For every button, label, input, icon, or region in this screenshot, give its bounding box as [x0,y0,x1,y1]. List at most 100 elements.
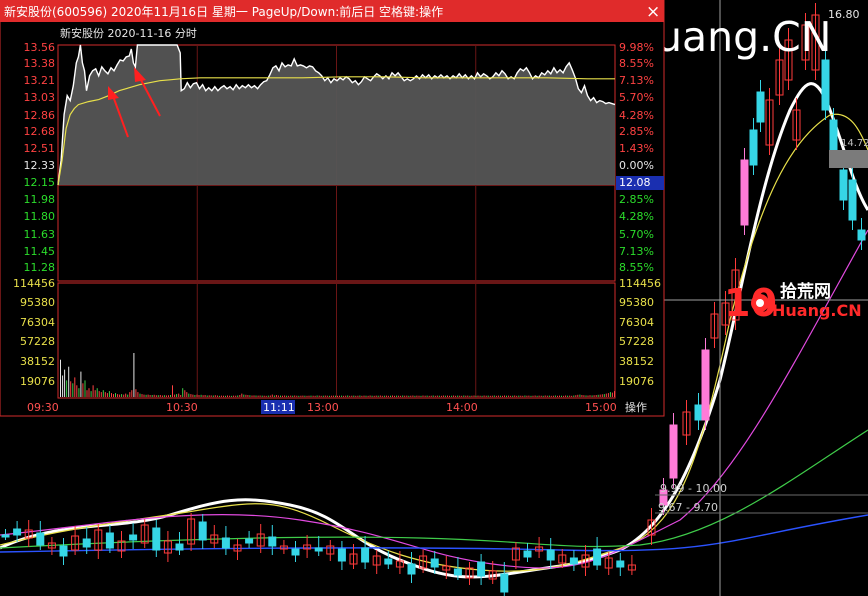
volume-bar [396,395,398,397]
volume-bar [318,395,320,397]
volume-bar [212,395,214,397]
volume-bar [449,395,450,397]
volume-bar [335,395,336,397]
candle-body [13,528,22,536]
volume-bar [345,395,347,397]
volume-bar [583,395,585,397]
candle-body [175,543,184,551]
volume-bar [392,395,393,397]
volume-bar [420,395,422,397]
candle-body [314,547,323,552]
volume-bar [544,395,546,397]
volume-bar [186,392,188,397]
candle-body [129,534,138,541]
volume-bar [438,395,440,397]
volume-bar [516,395,518,397]
candle-body [291,548,300,556]
candle-body [59,545,68,557]
volume-bar [463,395,465,397]
volume-bar [520,395,522,397]
volume-bar [506,395,507,397]
volume-bar [225,395,226,397]
volume-bar [247,395,249,397]
volume-bar [316,395,318,397]
volume-tick-label-right: 19076 [619,375,654,388]
volume-bar [587,395,589,397]
volume-bar [149,395,151,397]
volume-bar [314,395,316,397]
volume-bar [459,395,461,397]
volume-tick-label-left: 19076 [20,375,55,388]
volume-bar [510,395,512,397]
volume-bar [251,395,253,397]
price-tick-label: 12.15 [24,176,56,189]
volume-bar [117,394,119,397]
time-label-1500: 15:00 [585,401,617,414]
percent-tick-label: 5.70% [619,91,654,104]
volume-bar [129,392,131,397]
volume-bar [94,390,96,397]
percent-tick-label: 1.43% [619,142,654,155]
volume-bar [577,394,579,397]
volume-bar [196,394,198,397]
volume-bar [475,395,477,397]
candle-body [523,550,532,558]
volume-bar [611,392,613,397]
volume-bar [402,395,404,397]
volume-bar [398,395,400,397]
volume-bar [243,394,245,397]
time-label-1300: 13:00 [307,401,339,414]
volume-bar [434,395,436,397]
volume-bar [286,395,288,397]
volume-bar [131,390,133,397]
volume-bar [532,395,534,397]
time-label-0930: 09:30 [27,401,59,414]
volume-bar [239,395,241,397]
volume-bar [273,395,275,397]
volume-bar [82,383,84,397]
volume-bar [522,395,524,397]
volume-bar [265,395,267,397]
price-tick-label: 12.51 [24,142,56,155]
volume-bar [320,395,322,397]
volume-bar [571,395,573,397]
volume-bar [512,395,514,397]
time-label-1030: 10:30 [166,401,198,414]
price-tick-label: 12.68 [24,125,56,138]
volume-bar [518,395,520,397]
volume-bar [172,385,173,397]
close-icon[interactable]: × [646,2,660,22]
volume-bar [200,394,202,397]
price-tick-label: 11.98 [24,193,56,206]
candle-body [477,561,486,577]
price-tick-label: 11.45 [24,245,56,258]
candle-body [616,560,625,568]
candle-body [756,91,765,123]
volume-bar [540,395,542,397]
percent-tick-label: 7.13% [619,245,654,258]
volume-bar [108,391,110,397]
candle-body [857,229,866,241]
volume-bar [90,391,92,397]
volume-bar [125,393,127,397]
volume-bar [400,395,402,397]
volume-bar [595,395,597,397]
volume-bar [567,395,569,397]
percent-tick-label: 8.55% [619,261,654,274]
ma-level-label-1: 9.99 - 10.00 [660,482,727,495]
volume-bar [141,394,143,397]
volume-bar [137,392,139,397]
volume-bar [546,395,548,397]
intraday-popup-window[interactable]: 新安股份(600596) 2020年11月16日 星期一 PageUp/Down… [0,0,665,417]
volume-bar [432,395,434,397]
volume-bar [609,392,611,397]
volume-bar [599,394,601,397]
volume-bar [363,395,365,397]
candle-body [221,537,230,549]
volume-bar [357,395,359,397]
volume-bar [504,395,505,397]
volume-bar [190,394,192,397]
operate-button[interactable]: 操作 [625,400,647,414]
volume-bar [339,395,340,397]
volume-bar [294,395,296,397]
